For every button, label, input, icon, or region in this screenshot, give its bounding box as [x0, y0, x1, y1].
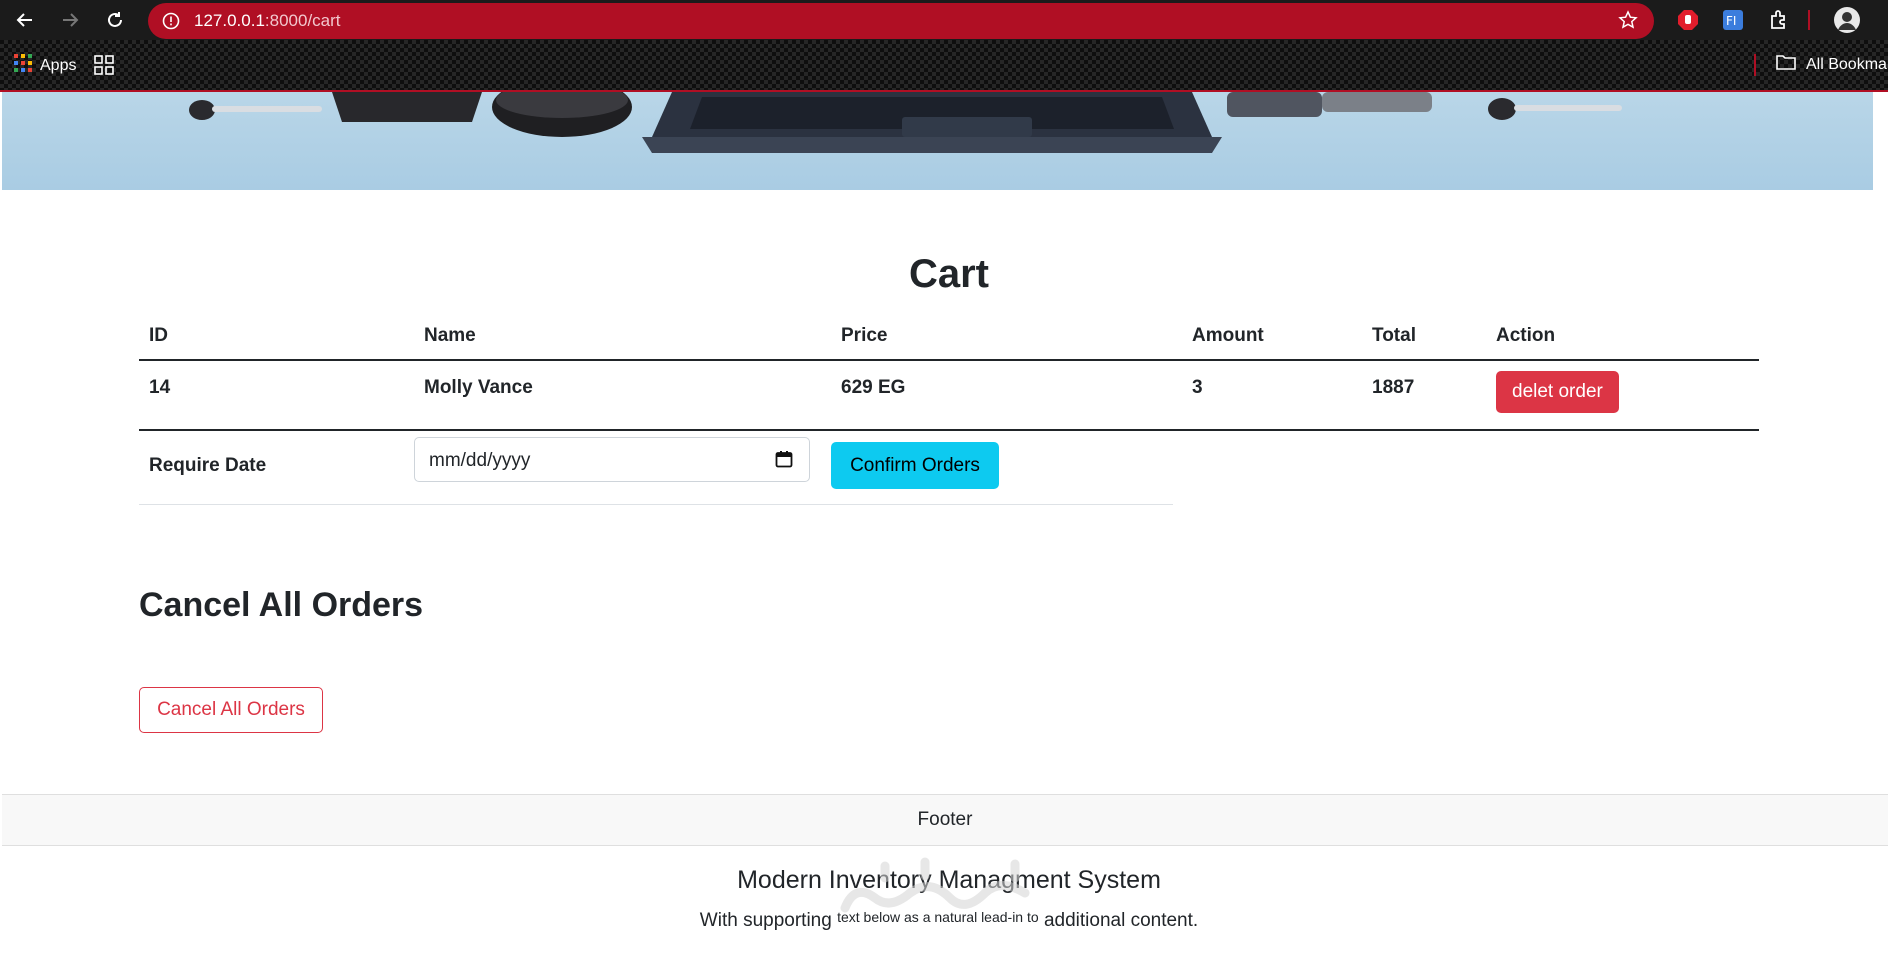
column-header-id: ID [139, 315, 414, 361]
url-path: :8000/cart [264, 11, 341, 30]
require-date-label: Require Date [149, 455, 267, 476]
cell-action: delet order [1486, 360, 1759, 431]
products-illustration [189, 92, 1622, 153]
delete-order-button[interactable]: delet order [1496, 371, 1619, 413]
cell-amount: 3 [1182, 360, 1362, 431]
bookmarks-divider [1754, 54, 1756, 76]
url-host: 127.0.0.1 [194, 11, 265, 30]
cart-table: ID Name Price Amount Total Action 14 Mol… [139, 315, 1759, 431]
cell-id: 14 [139, 360, 414, 431]
cell-total: 1887 [1362, 360, 1486, 431]
column-header-total: Total [1362, 315, 1486, 361]
cart-table-container: ID Name Price Amount Total Action 14 Mol… [139, 315, 1759, 431]
toolbar-divider [1808, 10, 1810, 30]
translate-extension-icon[interactable]: FI [1720, 7, 1746, 33]
svg-text:FI: FI [1726, 14, 1736, 28]
extensions-puzzle-icon[interactable] [1766, 7, 1792, 33]
profile-avatar[interactable] [1832, 5, 1862, 35]
cell-price: 629 EG [831, 360, 1182, 431]
column-header-name: Name [414, 315, 831, 361]
require-date-row: Require Date mm/dd/yyyy Confirm Orders [139, 428, 1173, 505]
footer-text: With supporting text below as a natural … [0, 909, 1888, 932]
confirm-orders-button[interactable]: Confirm Orders [831, 442, 999, 489]
apps-grid-icon [14, 54, 32, 77]
bookmark-star-icon[interactable] [1618, 10, 1638, 35]
folder-icon [1776, 54, 1796, 75]
address-bar[interactable]: 127.0.0.1:8000/cart [148, 3, 1654, 39]
footer-text-end: additional content. [1043, 910, 1199, 931]
calendar-icon[interactable] [775, 450, 793, 473]
footer-bar: Footer [2, 794, 1888, 846]
page-title: Cart [908, 252, 990, 296]
watermark-logo [840, 857, 1030, 913]
back-icon[interactable] [10, 5, 40, 35]
forward-icon[interactable] [55, 5, 85, 35]
tab-groups-icon[interactable] [94, 55, 114, 80]
footer-text-start: With supporting [699, 910, 832, 931]
footer-text-middle: text below as a natural lead-in to [837, 909, 1039, 925]
require-date-input[interactable]: mm/dd/yyyy [414, 437, 810, 482]
adblock-extension-icon[interactable] [1675, 7, 1701, 33]
reload-icon[interactable] [100, 5, 130, 35]
all-bookmarks-label: All Bookmar [1806, 55, 1888, 73]
cancel-section-title: Cancel All Orders [139, 586, 424, 624]
column-header-price: Price [831, 315, 1182, 361]
cancel-all-orders-button[interactable]: Cancel All Orders [139, 687, 323, 733]
hero-banner-image [2, 92, 1873, 190]
table-row: 14 Molly Vance 629 EG 3 1887 delet order [139, 360, 1759, 431]
site-info-icon[interactable] [162, 12, 180, 35]
browser-toolbar: 127.0.0.1:8000/cart FI [0, 0, 1888, 40]
table-header-row: ID Name Price Amount Total Action [139, 315, 1759, 361]
all-bookmarks-folder[interactable]: All Bookmar [1776, 54, 1888, 75]
column-header-amount: Amount [1182, 315, 1362, 361]
column-header-action: Action [1486, 315, 1759, 361]
cell-name: Molly Vance [414, 360, 831, 431]
url-text: 127.0.0.1:8000/cart [194, 11, 341, 31]
date-placeholder: mm/dd/yyyy [429, 450, 531, 471]
apps-shortcut[interactable]: Apps [14, 54, 76, 77]
bookmarks-bar: Apps All Bookmar [0, 40, 1888, 92]
footer-title: Modern Inventory Managment System [737, 866, 1161, 894]
apps-label: Apps [40, 56, 77, 74]
